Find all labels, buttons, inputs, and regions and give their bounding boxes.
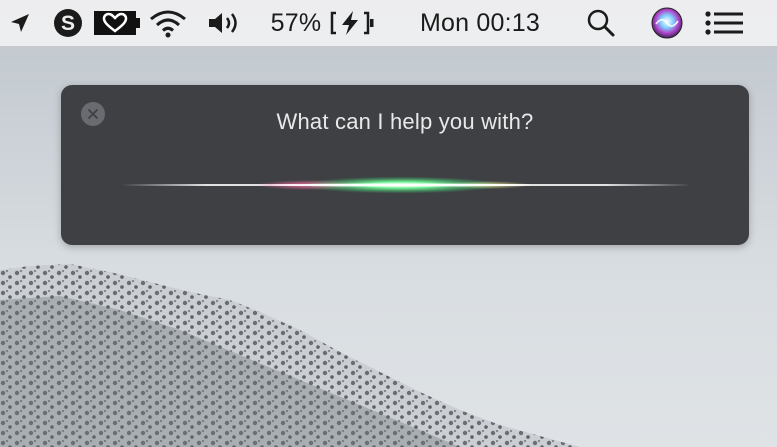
volume-icon[interactable] <box>205 0 245 46</box>
siri-listening-waveform <box>121 176 691 194</box>
battery-percent: 57% <box>270 8 322 37</box>
siri-icon[interactable] <box>648 0 686 46</box>
wifi-icon[interactable] <box>145 0 191 46</box>
siri-panel: What can I help you with? <box>61 85 749 245</box>
heart-battery-icon[interactable] <box>92 0 142 46</box>
menubar-clock[interactable]: Mon 00:13 <box>405 0 555 46</box>
notification-center-icon[interactable] <box>702 0 746 46</box>
location-arrow-icon[interactable] <box>6 0 34 46</box>
menu-bar: S 57% Mon 00:13 <box>0 0 777 47</box>
spotlight-search-icon[interactable] <box>584 0 618 46</box>
skype-icon[interactable]: S <box>50 0 86 46</box>
svg-text:S: S <box>61 12 75 35</box>
siri-prompt: What can I help you with? <box>276 109 534 134</box>
battery-charging-icon[interactable] <box>328 0 378 46</box>
